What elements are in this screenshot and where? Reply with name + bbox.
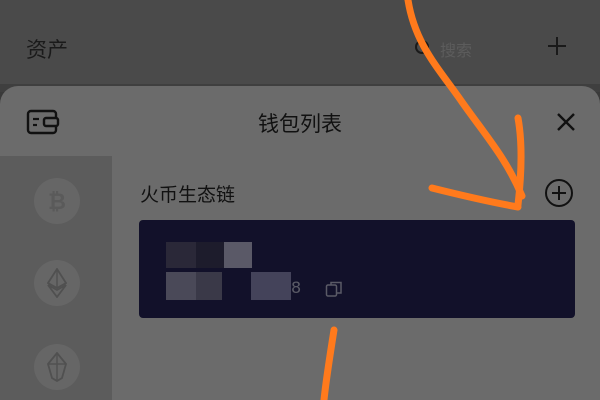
wallet-name-redacted-3 — [224, 242, 252, 268]
add-asset-button[interactable] — [543, 32, 571, 60]
chain-item-ethereum[interactable] — [34, 260, 80, 306]
search-placeholder: 搜索 — [440, 41, 473, 60]
wallet-address-redacted-3 — [251, 272, 291, 300]
sheet-title: 钱包列表 — [258, 112, 342, 136]
chain-group-title: 火币生态链 — [140, 184, 236, 206]
close-icon[interactable] — [552, 108, 580, 136]
wallet-address-redacted-2 — [196, 272, 222, 300]
chain-item-bitcoin[interactable]: ₿ — [34, 178, 80, 224]
wallet-list-main: 火币生态链 8 — [112, 156, 600, 400]
chain-item-eos[interactable] — [34, 344, 80, 390]
wallet-name-redacted — [166, 242, 196, 268]
wallet-address-redacted — [166, 272, 196, 300]
sheet-header: 钱包列表 — [0, 86, 600, 156]
wallet-list-sheet: 钱包列表 ₿ 火币生态链 8 — [0, 86, 600, 400]
chain-sidebar: ₿ — [0, 156, 112, 400]
copy-icon[interactable] — [325, 280, 343, 298]
search-icon — [415, 40, 433, 58]
bitcoin-icon: ₿ — [48, 190, 66, 214]
svg-text:₿: ₿ — [48, 190, 66, 214]
plus-icon — [548, 37, 566, 55]
assets-title: 资产 — [26, 38, 68, 62]
add-wallet-icon[interactable] — [544, 178, 574, 208]
eos-icon — [47, 352, 67, 382]
wallet-address-suffix: 8 — [291, 278, 302, 297]
wallet-card[interactable]: 8 — [139, 220, 575, 318]
ethereum-icon — [47, 268, 67, 298]
wallet-name-redacted-2 — [196, 242, 224, 268]
background-header: 资产 搜索 — [0, 0, 600, 90]
search-button[interactable]: 搜索 — [414, 36, 524, 62]
